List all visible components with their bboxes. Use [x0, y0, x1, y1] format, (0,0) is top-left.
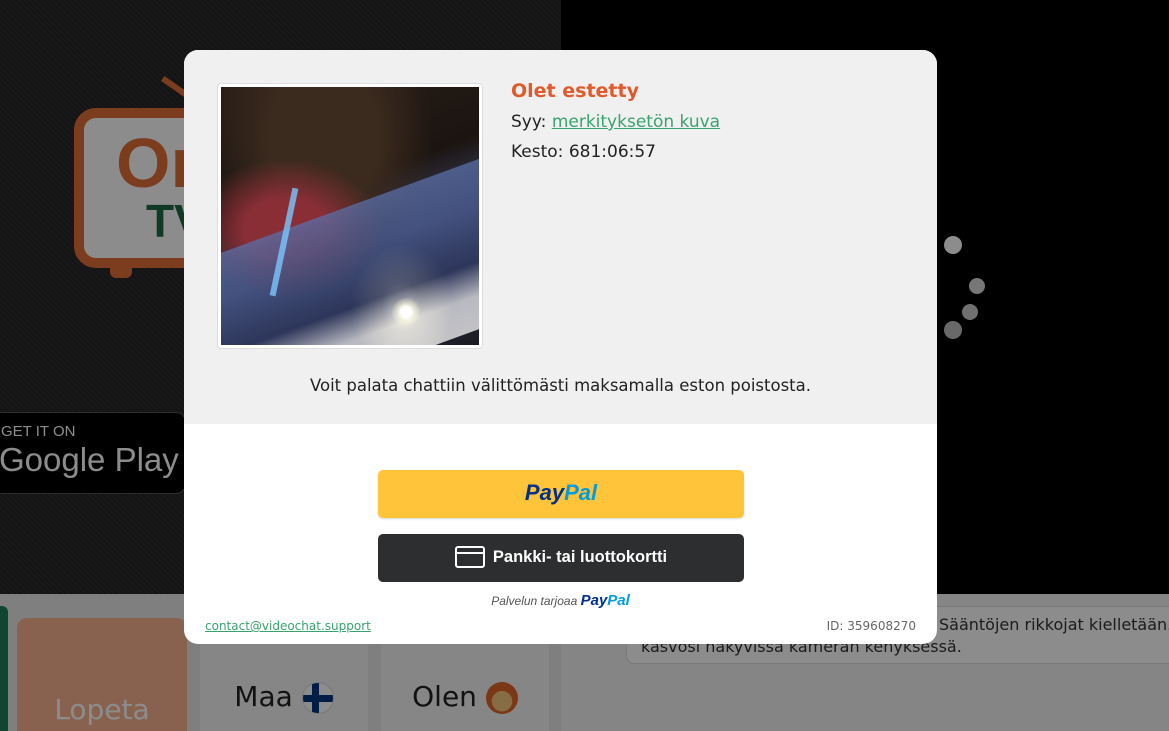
paypal-logo: PayPal: [524, 480, 598, 505]
ban-snapshot-frame: [217, 83, 483, 349]
powered-by-text: Palvelun tarjoaa: [491, 594, 578, 608]
ban-dialog: Olet estetty Syy: merkityksetön kuva Kes…: [184, 50, 937, 644]
ban-reason-row: Syy: merkityksetön kuva: [511, 112, 720, 132]
ban-id: ID: 359608270: [826, 619, 916, 633]
card-payment-label: Pankki- tai luottokortti: [492, 547, 668, 566]
credit-card-icon: [454, 546, 485, 568]
reason-label: Syy:: [511, 112, 547, 132]
ban-duration-row: Kesto: 681:06:57: [511, 142, 656, 162]
ban-snapshot-image: [221, 87, 479, 345]
ban-info-section: Olet estetty Syy: merkityksetön kuva Kes…: [184, 50, 937, 424]
duration-value: 681:06:57: [568, 142, 656, 162]
card-payment-button[interactable]: Pankki- tai luottokortti: [378, 534, 744, 582]
paypal-small-logo: PayPal: [580, 592, 630, 609]
support-email-link[interactable]: contact@videochat.support: [205, 619, 371, 633]
duration-label: Kesto:: [511, 142, 564, 162]
reason-link[interactable]: merkityksetön kuva: [552, 112, 720, 132]
ban-title: Olet estetty: [511, 80, 639, 102]
powered-by-paypal: Palvelun tarjoaa PayPal: [184, 592, 937, 609]
paypal-button[interactable]: PayPal: [378, 470, 744, 518]
unban-message: Voit palata chattiin välittömästi maksam…: [309, 376, 812, 395]
